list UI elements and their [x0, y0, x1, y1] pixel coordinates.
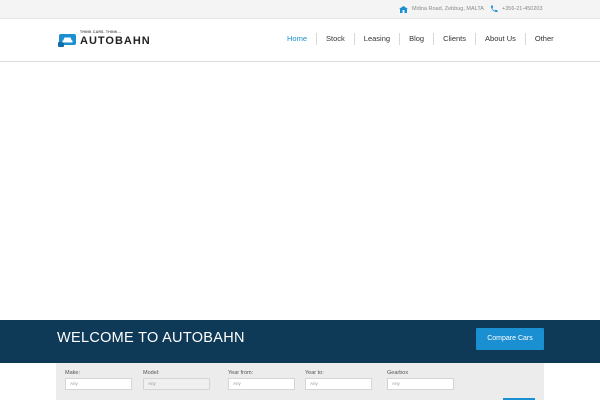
year-to-label: Year to: — [305, 370, 324, 376]
phone-text: +356-21-450203 — [502, 6, 543, 12]
car-logo-icon — [58, 34, 76, 47]
gearbox-select[interactable]: Any — [387, 378, 454, 390]
nav-item-stock[interactable]: Stock — [316, 33, 354, 45]
year-from-label: Year from: — [228, 370, 254, 376]
compare-cars-button[interactable]: Compare Cars — [476, 328, 544, 350]
hero-area — [0, 62, 600, 320]
nav-item-leasing[interactable]: Leasing — [353, 33, 399, 45]
make-select[interactable]: Any — [65, 378, 132, 390]
nav-item-home[interactable]: Home — [278, 33, 316, 45]
model-select[interactable]: Any — [143, 378, 210, 390]
year-from-select[interactable]: Any — [228, 378, 295, 390]
site-logo[interactable]: THINK CARS. THINK... AUTOBAHN — [58, 30, 168, 50]
model-label: Model: — [143, 370, 160, 376]
site-header: THINK CARS. THINK... AUTOBAHN Home Stock… — [0, 19, 600, 62]
nav-item-blog[interactable]: Blog — [399, 33, 433, 45]
nav-item-clients[interactable]: Clients — [433, 33, 475, 45]
address-info: Mdina Road, Zebbug, MALTA — [399, 5, 484, 13]
main-nav: Home Stock Leasing Blog Clients About Us… — [278, 33, 563, 45]
make-label: Make: — [65, 370, 80, 376]
year-to-select[interactable]: Any — [305, 378, 372, 390]
welcome-title: WELCOME TO AUTOBAHN — [57, 330, 245, 346]
address-text: Mdina Road, Zebbug, MALTA — [412, 6, 484, 12]
nav-item-other[interactable]: Other — [524, 33, 563, 45]
top-info-bar: Mdina Road, Zebbug, MALTA +356-21-450203 — [0, 0, 600, 19]
gearbox-label: Gearbox — [387, 370, 409, 376]
brand-name: AUTOBAHN — [80, 35, 151, 47]
home-icon — [399, 5, 408, 13]
brand-tagline: THINK CARS. THINK... — [80, 30, 122, 34]
phone-icon — [490, 5, 498, 13]
phone-info[interactable]: +356-21-450203 — [490, 5, 543, 13]
nav-item-about-us[interactable]: About Us — [475, 33, 525, 45]
